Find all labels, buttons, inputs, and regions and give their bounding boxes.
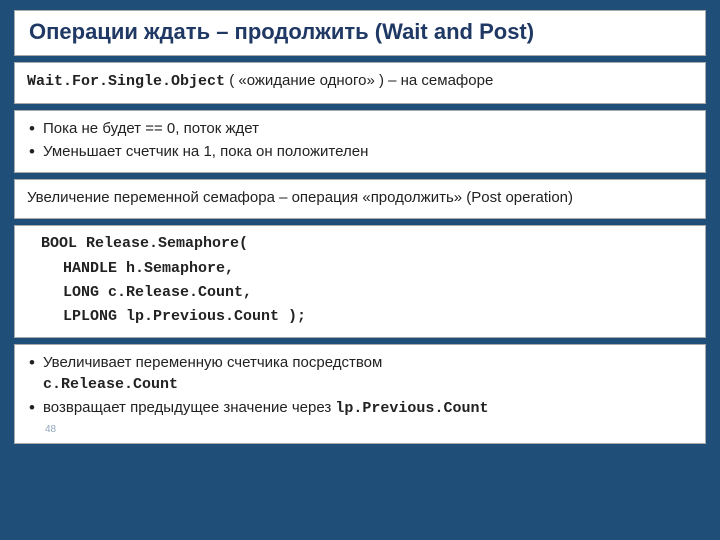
bullet-item: Увеличивает переменную счетчика посредст… (27, 353, 693, 395)
bullet-item: Пока не будет == 0, поток ждет (27, 119, 693, 139)
paragraph-box: Увеличение переменной семафора – операци… (14, 179, 706, 219)
bullet-text: Увеличивает переменную счетчика посредст… (43, 354, 382, 371)
function-desc: ( «ожидание одного» ) – на семафоре (225, 72, 493, 89)
bullets-box-2: Увеличивает переменную счетчика посредст… (14, 344, 706, 443)
slide-title: Операции ждать – продолжить (Wait and Po… (29, 19, 691, 45)
code-box: BOOL Release.Semaphore( HANDLE h.Semapho… (14, 225, 706, 338)
bullets-box-1: Пока не будет == 0, поток ждет Уменьшает… (14, 110, 706, 174)
bullet-list-1: Пока не будет == 0, поток ждет Уменьшает… (27, 119, 693, 163)
function-name: Wait.For.Single.Object (27, 73, 225, 90)
bullet-code: lp.Previous.Count (335, 400, 488, 417)
bullet-item: Уменьшает счетчик на 1, пока он положите… (27, 142, 693, 162)
code-line: LPLONG lp.Previous.Count ); (27, 307, 693, 327)
slide: Операции ждать – продолжить (Wait and Po… (0, 0, 720, 540)
code-line: BOOL Release.Semaphore( (27, 234, 693, 254)
definition-line: Wait.For.Single.Object ( «ожидание одног… (27, 71, 693, 92)
code-line: LONG c.Release.Count, (27, 283, 693, 303)
definition-box: Wait.For.Single.Object ( «ожидание одног… (14, 62, 706, 103)
page-number: 48 (45, 423, 693, 437)
title-box: Операции ждать – продолжить (Wait and Po… (14, 10, 706, 56)
bullet-item: возвращает предыдущее значение через lp.… (27, 398, 693, 419)
paragraph-text: Увеличение переменной семафора – операци… (27, 188, 693, 208)
bullet-text: возвращает предыдущее значение через (43, 399, 335, 416)
bullet-list-2: Увеличивает переменную счетчика посредст… (27, 353, 693, 419)
code-line: HANDLE h.Semaphore, (27, 259, 693, 279)
bullet-code: c.Release.Count (43, 376, 178, 393)
